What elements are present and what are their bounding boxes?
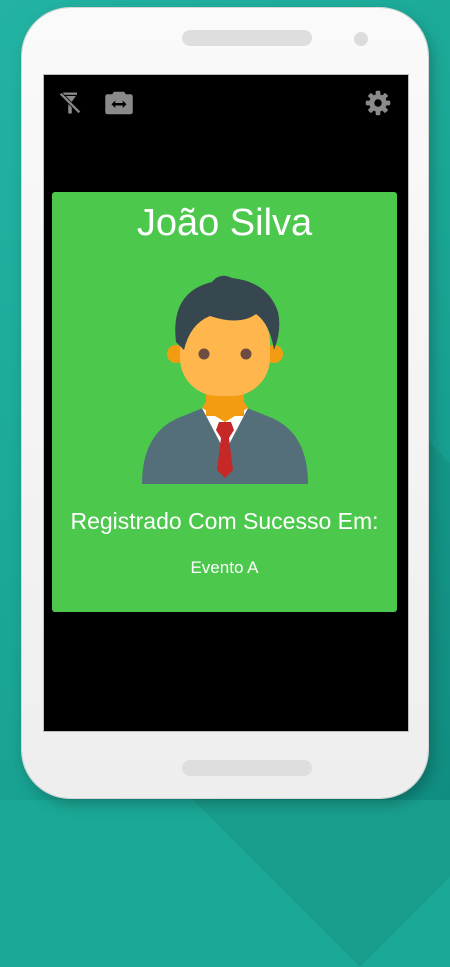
bottom-speaker xyxy=(182,760,312,776)
registration-card: João Silva Registrado Com Sucesso Em: Ev… xyxy=(52,192,397,612)
person-name: João Silva xyxy=(136,202,313,244)
switch-camera-icon[interactable] xyxy=(104,89,134,117)
event-name: Evento A xyxy=(190,558,259,577)
registration-status: Registrado Com Sucesso Em: xyxy=(70,508,379,534)
gear-icon[interactable] xyxy=(364,89,392,117)
top-speaker xyxy=(182,30,312,46)
flash-off-icon[interactable] xyxy=(56,89,84,117)
businessman-avatar-icon xyxy=(142,275,308,484)
front-camera xyxy=(354,32,368,46)
